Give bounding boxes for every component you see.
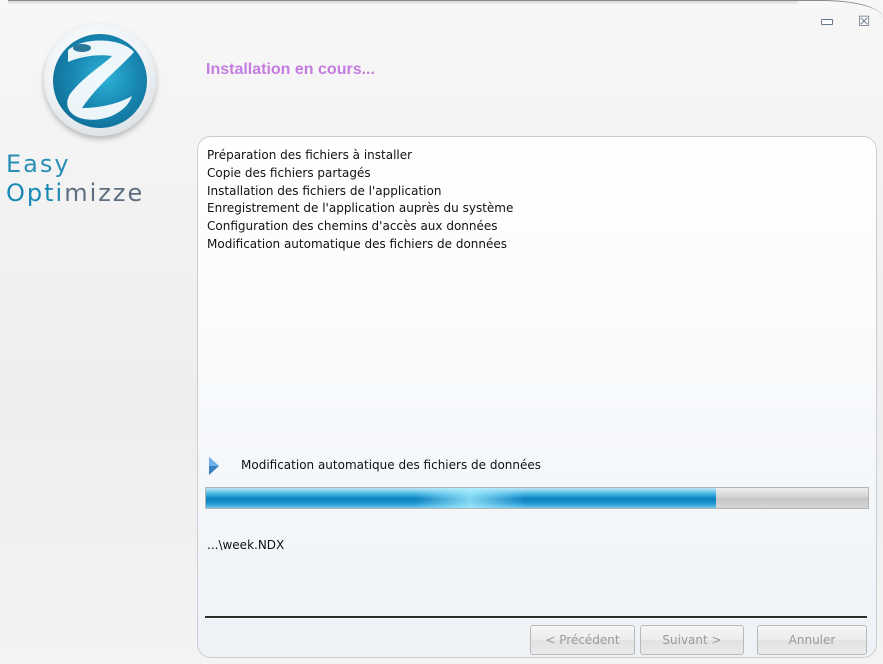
brand-name-line2: Optimizze (6, 179, 144, 207)
footer-separator (205, 616, 867, 619)
titlebar-frame (8, 0, 883, 31)
close-button[interactable]: ☒ (855, 13, 873, 31)
step-item: Préparation des fichiers à installer (207, 148, 413, 162)
step-item: Modification automatique des fichiers de… (207, 236, 508, 251)
step-item: Enregistrement de l'application auprès d… (207, 201, 514, 216)
logo-swoosh-icon (67, 40, 134, 120)
step-item: Installation des fichiers de l'applicati… (207, 183, 442, 198)
cancel-button[interactable]: Annuler (757, 625, 867, 655)
brand-name-part-a: Opti (6, 179, 65, 207)
brand-name-line1: Easy (6, 150, 71, 178)
minimize-button[interactable] (817, 13, 835, 31)
page-title: Installation en cours... (206, 61, 375, 78)
progress-glow (415, 488, 526, 508)
current-file-label: ...\week.NDX (207, 538, 285, 552)
next-button[interactable]: Suivant > (640, 625, 744, 655)
step-item: Configuration des chemins d'accès aux do… (207, 219, 498, 234)
previous-button[interactable]: < Précédent (530, 625, 635, 655)
current-step-arrow-icon (209, 457, 219, 475)
progress-bar (205, 487, 869, 509)
brand-name-part-b: mizze (64, 179, 145, 207)
installer-window: ☒ Easy Optimizze Installation en cours..… (0, 0, 883, 664)
step-item: Copie des fichiers partagés (207, 165, 371, 180)
close-icon: ☒ (857, 14, 871, 30)
steps-list: Préparation des fichiers à installer Cop… (207, 147, 513, 254)
current-step-label: Modification automatique des fichiers de… (241, 458, 542, 472)
minimize-icon (821, 19, 833, 25)
